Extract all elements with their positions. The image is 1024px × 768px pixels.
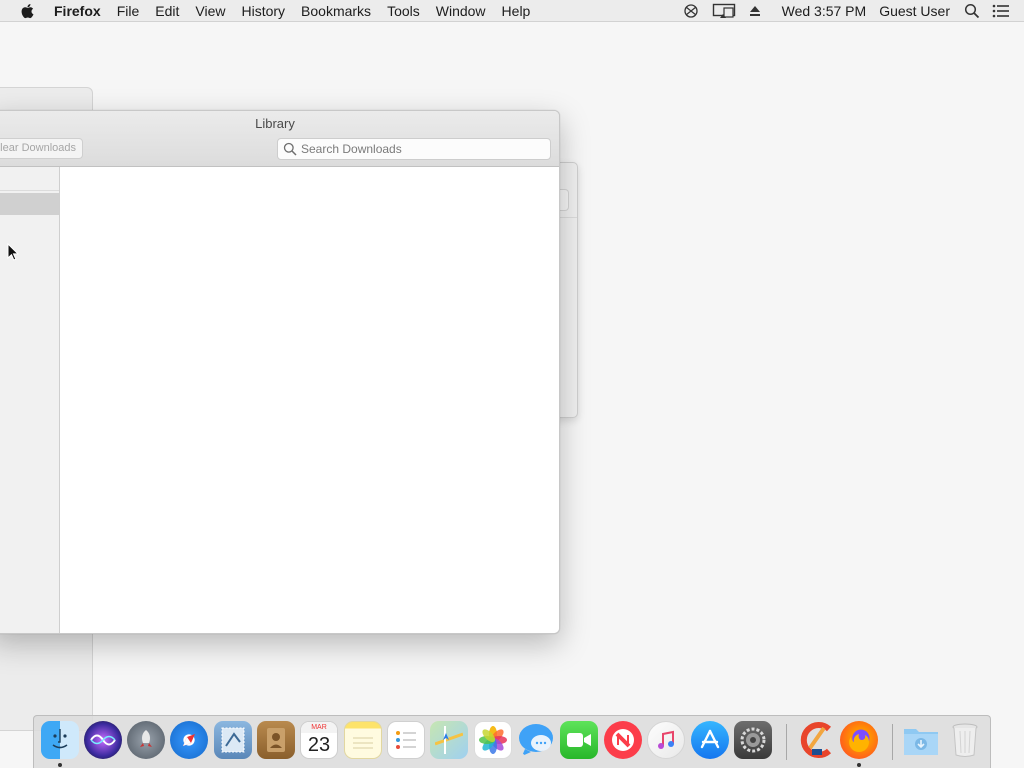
search-downloads-input[interactable] — [301, 142, 541, 156]
menu-view[interactable]: View — [187, 0, 233, 22]
menu-file[interactable]: File — [109, 0, 148, 22]
dock: MAR 23 — [33, 715, 991, 768]
mail-stamp-icon[interactable] — [214, 721, 252, 759]
library-window: Library lear Downloads — [0, 110, 560, 634]
firefox-icon[interactable] — [840, 721, 878, 759]
calendar-day: 23 — [307, 734, 331, 756]
firefox-running-indicator — [857, 763, 861, 767]
clear-downloads-button[interactable]: lear Downloads — [0, 138, 83, 159]
menu-history[interactable]: History — [233, 0, 293, 22]
window-title: Library — [255, 116, 295, 131]
menu-bookmarks[interactable]: Bookmarks — [293, 0, 379, 22]
system-preferences-icon[interactable] — [734, 721, 772, 759]
facetime-icon[interactable] — [560, 721, 598, 759]
menu-help[interactable]: Help — [494, 0, 539, 22]
status-area: Wed 3:57 PM Guest User — [676, 0, 1024, 22]
trash-icon[interactable] — [946, 721, 984, 759]
clock[interactable]: Wed 3:57 PM — [768, 0, 874, 22]
news-icon[interactable] — [604, 721, 642, 759]
contacts-icon[interactable] — [257, 721, 295, 759]
notification-center-icon[interactable] — [986, 4, 1024, 18]
library-sidebar — [0, 167, 60, 633]
spotlight-search-icon[interactable] — [958, 3, 986, 19]
menu-bar: Firefox File Edit View History Bookmarks… — [0, 0, 1024, 22]
search-downloads-field[interactable] — [277, 138, 551, 160]
calendar-icon[interactable]: MAR 23 — [300, 721, 338, 759]
finder-running-indicator — [58, 763, 62, 767]
downloads-list[interactable] — [60, 167, 559, 633]
sidebar-divider — [0, 190, 59, 191]
dock-divider-stacks — [892, 724, 893, 760]
ccleaner-icon[interactable] — [798, 721, 836, 759]
menu-tools[interactable]: Tools — [379, 0, 428, 22]
messages-icon[interactable] — [517, 721, 555, 759]
dock-divider-apps — [786, 724, 787, 760]
downloads-folder-icon[interactable] — [902, 721, 940, 759]
photos-icon[interactable] — [474, 721, 512, 759]
mouse-pointer-icon — [7, 242, 20, 261]
menu-app-firefox[interactable]: Firefox — [46, 0, 109, 22]
siri-icon[interactable] — [84, 721, 122, 759]
finder-icon[interactable] — [41, 721, 79, 759]
itunes-music-icon[interactable] — [647, 721, 685, 759]
launchpad-icon[interactable] — [127, 721, 165, 759]
eject-icon[interactable] — [742, 4, 768, 18]
menu-window[interactable]: Window — [428, 0, 494, 22]
safari-icon[interactable] — [170, 721, 208, 759]
search-icon — [283, 142, 297, 156]
accessibility-status-icon[interactable] — [676, 3, 706, 19]
sidebar-item-downloads[interactable] — [0, 193, 59, 215]
notes-icon[interactable] — [344, 721, 382, 759]
maps-icon[interactable] — [430, 721, 468, 759]
airplay-display-icon[interactable] — [706, 3, 742, 19]
apple-menu-icon[interactable] — [16, 0, 38, 22]
library-toolbar[interactable]: Library lear Downloads — [0, 111, 559, 167]
app-store-icon[interactable] — [691, 721, 729, 759]
reminders-icon[interactable] — [387, 721, 425, 759]
user-menu[interactable]: Guest User — [873, 0, 958, 22]
menu-edit[interactable]: Edit — [147, 0, 187, 22]
